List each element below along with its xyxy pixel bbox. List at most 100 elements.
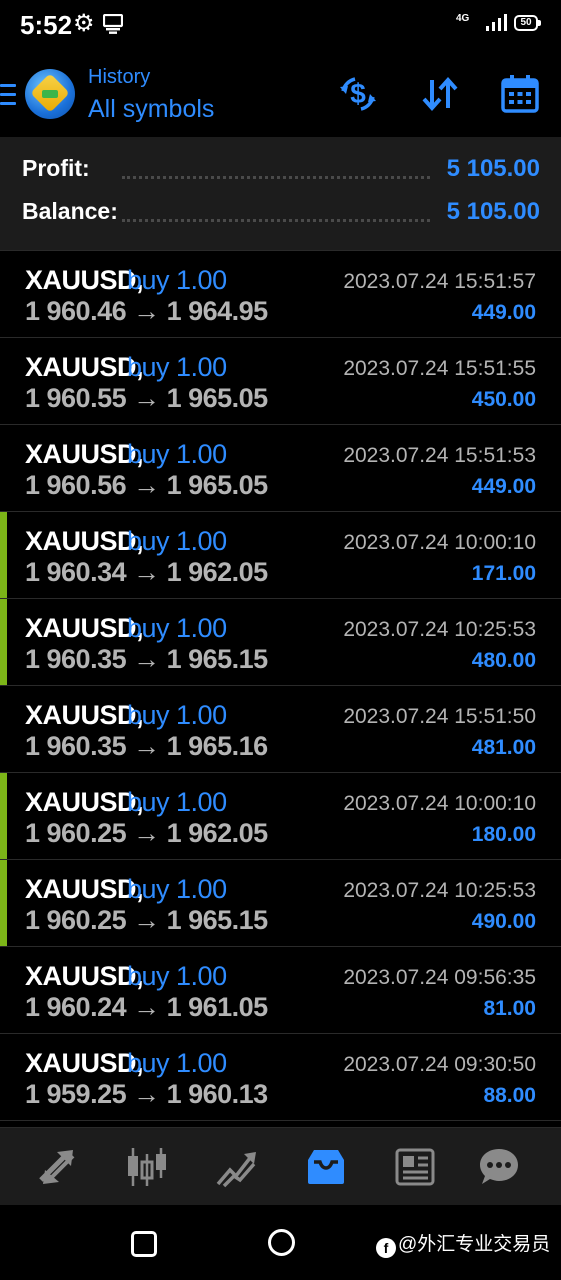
bottom-navigation bbox=[0, 1127, 561, 1206]
deal-time: 2023.07.24 09:56:35 bbox=[343, 966, 536, 989]
deal-prices: 1 960.25 → 1 962.05 bbox=[25, 818, 268, 848]
deal-profit: 490.00 bbox=[471, 910, 536, 933]
balance-value: 5 105.00 bbox=[446, 198, 540, 225]
deal-type: buy 1.00 bbox=[127, 700, 227, 730]
deal-symbol: XAUUSD, bbox=[25, 1048, 144, 1078]
watermark-text: @外汇专业交易员 bbox=[398, 1234, 551, 1255]
deposit-filter-dollar-icon[interactable]: $ bbox=[338, 74, 378, 114]
deal-type: buy 1.00 bbox=[127, 613, 227, 643]
deal-prices: 1 959.25 → 1 960.13 bbox=[25, 1079, 268, 1109]
deal-row[interactable]: XAUUSD, buy 1.00 1 960.34 → 1 962.05 202… bbox=[0, 512, 561, 599]
settings-gear-icon: ⚙ bbox=[73, 10, 95, 37]
app-header: History All symbols $ bbox=[0, 50, 561, 137]
deal-profit: 171.00 bbox=[471, 562, 536, 585]
network-type-label: 4G bbox=[456, 13, 470, 24]
page-title: History bbox=[88, 66, 151, 88]
deal-prices: 1 960.35 → 1 965.15 bbox=[25, 644, 268, 674]
deal-row[interactable]: XAUUSD, buy 1.00 1 960.55 → 1 965.05 202… bbox=[0, 338, 561, 425]
deal-prices: 1 960.34 → 1 962.05 bbox=[25, 557, 268, 587]
deal-type: buy 1.00 bbox=[127, 526, 227, 556]
deal-symbol: XAUUSD, bbox=[25, 265, 144, 295]
signal-strength-icon bbox=[486, 14, 508, 37]
svg-text:$: $ bbox=[350, 78, 366, 109]
deal-type: buy 1.00 bbox=[127, 1048, 227, 1078]
messages-icon[interactable] bbox=[477, 1146, 521, 1188]
deal-time: 2023.07.24 10:00:10 bbox=[343, 792, 536, 815]
notification-icon bbox=[102, 13, 124, 39]
deal-profit: 450.00 bbox=[471, 388, 536, 411]
deal-row[interactable]: XAUUSD, buy 1.00 1 960.35 → 1 965.16 202… bbox=[0, 686, 561, 773]
deal-symbol: XAUUSD, bbox=[25, 526, 144, 556]
quotes-icon[interactable] bbox=[35, 1146, 79, 1188]
deal-profit: 88.00 bbox=[483, 1084, 536, 1107]
watermark: f @外汇专业交易员 bbox=[376, 1229, 550, 1258]
deal-type: buy 1.00 bbox=[127, 874, 227, 904]
symbol-filter-label[interactable]: All symbols bbox=[88, 95, 214, 124]
deal-symbol: XAUUSD, bbox=[25, 787, 144, 817]
menu-icon[interactable] bbox=[0, 84, 16, 106]
deal-type: buy 1.00 bbox=[127, 439, 227, 469]
deal-symbol: XAUUSD, bbox=[25, 613, 144, 643]
trade-icon[interactable] bbox=[214, 1146, 258, 1188]
dotted-leader bbox=[122, 176, 430, 179]
sort-icon[interactable] bbox=[420, 74, 460, 114]
deal-prices: 1 960.56 → 1 965.05 bbox=[25, 470, 268, 500]
deal-symbol: XAUUSD, bbox=[25, 439, 144, 469]
deal-time: 2023.07.24 10:25:53 bbox=[343, 618, 536, 641]
dotted-leader bbox=[122, 219, 430, 222]
status-time: 5:52 bbox=[20, 10, 73, 40]
calendar-icon[interactable] bbox=[500, 74, 540, 114]
deal-time: 2023.07.24 15:51:55 bbox=[343, 357, 536, 380]
balance-label: Balance: bbox=[22, 198, 118, 224]
recent-apps-icon[interactable] bbox=[131, 1231, 157, 1257]
status-bar: 5:52 ⚙ 4G 50 bbox=[0, 0, 561, 50]
deal-prices: 1 960.46 → 1 964.95 bbox=[25, 296, 268, 326]
deal-type: buy 1.00 bbox=[127, 961, 227, 991]
deal-prices: 1 960.35 → 1 965.16 bbox=[25, 731, 268, 761]
deal-time: 2023.07.24 15:51:57 bbox=[343, 270, 536, 293]
deal-list: XAUUSD, buy 1.00 1 960.46 → 1 964.95 202… bbox=[0, 251, 561, 1121]
system-navigation-bar: f @外汇专业交易员 bbox=[0, 1205, 561, 1280]
deal-row[interactable]: XAUUSD, buy 1.00 1 960.24 → 1 961.05 202… bbox=[0, 947, 561, 1034]
deal-profit: 81.00 bbox=[483, 997, 536, 1020]
deal-time: 2023.07.24 15:51:53 bbox=[343, 444, 536, 467]
deal-time: 2023.07.24 10:25:53 bbox=[343, 879, 536, 902]
deal-marker bbox=[0, 860, 7, 946]
deal-type: buy 1.00 bbox=[127, 352, 227, 382]
news-icon[interactable] bbox=[393, 1146, 437, 1188]
deal-symbol: XAUUSD, bbox=[25, 352, 144, 382]
deal-symbol: XAUUSD, bbox=[25, 961, 144, 991]
chart-icon[interactable] bbox=[125, 1146, 169, 1188]
deal-prices: 1 960.25 → 1 965.15 bbox=[25, 905, 268, 935]
deal-marker bbox=[0, 599, 7, 685]
deal-time: 2023.07.24 09:30:50 bbox=[343, 1053, 536, 1076]
deal-profit: 481.00 bbox=[471, 736, 536, 759]
deal-profit: 180.00 bbox=[471, 823, 536, 846]
deal-row[interactable]: XAUUSD, buy 1.00 1 960.46 → 1 964.95 202… bbox=[0, 251, 561, 338]
social-logo-icon: f bbox=[376, 1238, 396, 1258]
profit-label: Profit: bbox=[22, 155, 90, 181]
deal-type: buy 1.00 bbox=[127, 265, 227, 295]
deal-marker bbox=[0, 773, 7, 859]
profit-value: 5 105.00 bbox=[446, 155, 540, 182]
deal-symbol: XAUUSD, bbox=[25, 700, 144, 730]
deal-row[interactable]: XAUUSD, buy 1.00 1 960.56 → 1 965.05 202… bbox=[0, 425, 561, 512]
deal-row[interactable]: XAUUSD, buy 1.00 1 960.25 → 1 965.15 202… bbox=[0, 860, 561, 947]
deal-row[interactable]: XAUUSD, buy 1.00 1 959.25 → 1 960.13 202… bbox=[0, 1034, 561, 1121]
battery-icon: 50 bbox=[514, 15, 541, 31]
deal-marker bbox=[0, 512, 7, 598]
deal-prices: 1 960.55 → 1 965.05 bbox=[25, 383, 268, 413]
deal-row[interactable]: XAUUSD, buy 1.00 1 960.25 → 1 962.05 202… bbox=[0, 773, 561, 860]
balance-row: Balance: 5 105.00 bbox=[22, 198, 540, 232]
home-icon[interactable] bbox=[268, 1229, 295, 1256]
deal-time: 2023.07.24 15:51:50 bbox=[343, 705, 536, 728]
deal-symbol: XAUUSD, bbox=[25, 874, 144, 904]
deal-type: buy 1.00 bbox=[127, 787, 227, 817]
deal-prices: 1 960.24 → 1 961.05 bbox=[25, 992, 268, 1022]
profit-row: Profit: 5 105.00 bbox=[22, 155, 540, 189]
history-icon[interactable] bbox=[304, 1146, 348, 1188]
deal-profit: 480.00 bbox=[471, 649, 536, 672]
deal-row[interactable]: XAUUSD, buy 1.00 1 960.35 → 1 965.15 202… bbox=[0, 599, 561, 686]
app-logo bbox=[25, 69, 75, 119]
deal-profit: 449.00 bbox=[471, 475, 536, 498]
